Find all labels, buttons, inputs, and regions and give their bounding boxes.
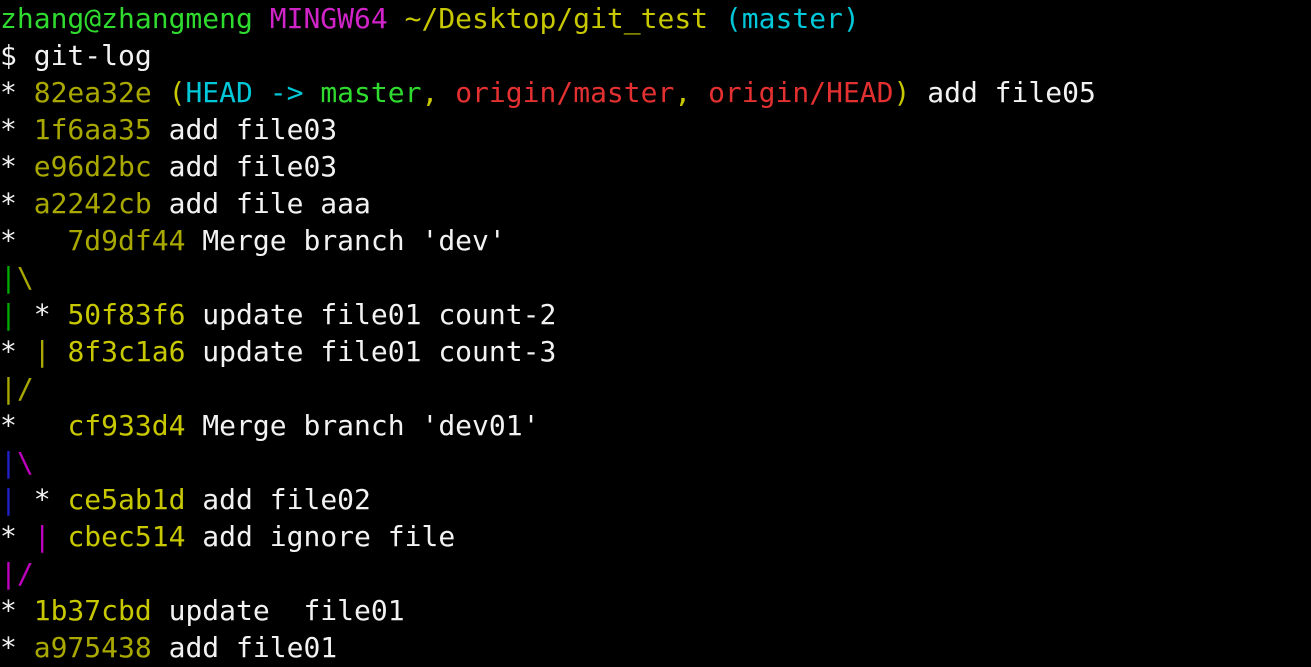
- commit-cbec514-seg-0: *: [0, 520, 34, 553]
- commit-a975438-seg-2: add file01: [151, 631, 338, 664]
- graph-fork-dev01: |\: [0, 444, 1311, 481]
- commit-cf933d4: * cf933d4 Merge branch 'dev01': [0, 407, 1311, 444]
- commit-e96d2bc-seg-2: add file03: [151, 150, 338, 183]
- commit-a2242cb-seg-1: a2242cb: [33, 187, 152, 220]
- commit-a975438-seg-0: *: [0, 631, 34, 664]
- commit-1b37cbd-seg-2: update file01: [151, 594, 405, 627]
- commit-ce5ab1d-seg-4: add file02: [185, 483, 371, 516]
- commit-e96d2bc-seg-0: *: [0, 150, 34, 183]
- commit-1b37cbd-seg-1: 1b37cbd: [33, 594, 152, 627]
- commit-82ea32e-seg-6: master: [320, 76, 422, 109]
- commit-a2242cb-seg-0: *: [0, 187, 34, 220]
- prompt-line-seg-6: (master): [724, 2, 860, 35]
- commit-1b37cbd-seg-0: *: [0, 594, 34, 627]
- commit-7d9df44-seg-2: Merge branch 'dev': [185, 224, 506, 257]
- commit-82ea32e-seg-12: add file05: [910, 76, 1096, 109]
- graph-join-dev: |/: [0, 370, 1311, 407]
- commit-82ea32e-seg-8: origin/master: [455, 76, 675, 109]
- graph-join-dev-seg-1: /: [16, 372, 34, 405]
- graph-fork-dev-seg-0: |: [0, 261, 17, 294]
- commit-82ea32e-seg-11: ): [893, 76, 911, 109]
- commit-cbec514-seg-1: |: [33, 520, 51, 553]
- commit-8f3c1a6-seg-2: [51, 335, 68, 368]
- commit-50f83f6-seg-0: |: [0, 298, 17, 331]
- prompt-line-seg-3: [388, 2, 405, 35]
- commit-ce5ab1d-seg-0: |: [0, 483, 17, 516]
- graph-fork-dev01-seg-1: \: [16, 446, 34, 479]
- commit-8f3c1a6-seg-0: *: [0, 335, 34, 368]
- commit-a2242cb-seg-2: add file aaa: [151, 187, 371, 220]
- commit-50f83f6: | * 50f83f6 update file01 count-2: [0, 296, 1311, 333]
- commit-82ea32e-seg-0: *: [0, 76, 34, 109]
- commit-82ea32e-seg-5: ->: [252, 76, 321, 109]
- commit-cbec514: * | cbec514 add ignore file: [0, 518, 1311, 555]
- commit-50f83f6-seg-1: [17, 298, 34, 331]
- terminal-window[interactable]: zhang@zhangmeng MINGW64 ~/Desktop/git_te…: [0, 0, 1311, 667]
- commit-8f3c1a6-seg-3: 8f3c1a6: [67, 335, 186, 368]
- commit-cf933d4-seg-1: cf933d4: [67, 409, 186, 442]
- commit-82ea32e-seg-2: [152, 76, 169, 109]
- command-line: $ git-log: [0, 37, 1311, 74]
- commit-cf933d4-seg-0: *: [0, 409, 68, 442]
- commit-8f3c1a6-seg-4: update file01 count-3: [185, 335, 557, 368]
- commit-82ea32e-seg-3: (: [168, 76, 186, 109]
- graph-fork-dev01-seg-0: |: [0, 446, 17, 479]
- graph-join-dev01-seg-0: |: [0, 557, 17, 590]
- commit-a975438: * a975438 add file01: [0, 629, 1311, 666]
- commit-50f83f6-seg-3: 50f83f6: [67, 298, 186, 331]
- graph-join-dev01-seg-1: /: [16, 557, 34, 590]
- commit-ce5ab1d: | * ce5ab1d add file02: [0, 481, 1311, 518]
- commit-1f6aa35: * 1f6aa35 add file03: [0, 111, 1311, 148]
- commit-8f3c1a6-seg-1: |: [33, 335, 51, 368]
- commit-e96d2bc-seg-1: e96d2bc: [33, 150, 152, 183]
- prompt-line-seg-0: zhang@zhangmeng: [0, 2, 253, 35]
- prompt-line-seg-4: ~/Desktop/git_test: [404, 2, 709, 35]
- commit-82ea32e-seg-1: 82ea32e: [33, 76, 152, 109]
- commit-e96d2bc: * e96d2bc add file03: [0, 148, 1311, 185]
- commit-7d9df44-seg-0: *: [0, 224, 68, 257]
- commit-cbec514-seg-3: cbec514: [67, 520, 186, 553]
- graph-join-dev-seg-0: |: [0, 372, 17, 405]
- prompt-line-seg-1: [253, 2, 270, 35]
- commit-cbec514-seg-4: add ignore file: [185, 520, 456, 553]
- prompt-line-seg-2: MINGW64: [269, 2, 388, 35]
- commit-1f6aa35-seg-2: add file03: [151, 113, 338, 146]
- command-line-seg-0: $: [0, 39, 34, 72]
- graph-fork-dev-seg-1: \: [16, 261, 34, 294]
- commit-7d9df44-seg-1: 7d9df44: [67, 224, 186, 257]
- commit-cf933d4-seg-2: Merge branch 'dev01': [185, 409, 540, 442]
- commit-cbec514-seg-2: [51, 520, 68, 553]
- commit-82ea32e-seg-4: HEAD: [185, 76, 253, 109]
- commit-1f6aa35-seg-1: 1f6aa35: [33, 113, 152, 146]
- prompt-line: zhang@zhangmeng MINGW64 ~/Desktop/git_te…: [0, 0, 1311, 37]
- graph-join-dev01: |/: [0, 555, 1311, 592]
- commit-8f3c1a6: * | 8f3c1a6 update file01 count-3: [0, 333, 1311, 370]
- commit-1b37cbd: * 1b37cbd update file01: [0, 592, 1311, 629]
- commit-82ea32e-seg-10: origin/HEAD: [708, 76, 894, 109]
- commit-82ea32e-seg-9: ,: [674, 76, 709, 109]
- commit-82ea32e: * 82ea32e (HEAD -> master, origin/master…: [0, 74, 1311, 111]
- graph-fork-dev: |\: [0, 259, 1311, 296]
- terminal-output: zhang@zhangmeng MINGW64 ~/Desktop/git_te…: [0, 0, 1311, 666]
- commit-82ea32e-seg-7: ,: [421, 76, 456, 109]
- commit-ce5ab1d-seg-3: ce5ab1d: [67, 483, 186, 516]
- prompt-line-seg-5: [708, 2, 725, 35]
- command-line-seg-1: git-log: [33, 39, 152, 72]
- commit-ce5ab1d-seg-1: [17, 483, 34, 516]
- commit-50f83f6-seg-2: *: [33, 298, 68, 331]
- commit-ce5ab1d-seg-2: *: [33, 483, 68, 516]
- commit-7d9df44: * 7d9df44 Merge branch 'dev': [0, 222, 1311, 259]
- commit-a2242cb: * a2242cb add file aaa: [0, 185, 1311, 222]
- commit-50f83f6-seg-4: update file01 count-2: [185, 298, 557, 331]
- commit-a975438-seg-1: a975438: [33, 631, 152, 664]
- commit-1f6aa35-seg-0: *: [0, 113, 34, 146]
